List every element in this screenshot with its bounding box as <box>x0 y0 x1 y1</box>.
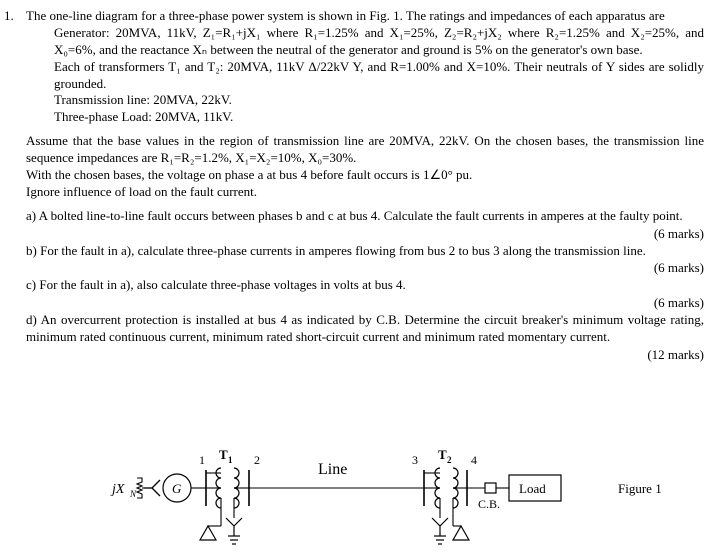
transformer-1-label: T <box>219 447 228 462</box>
part-a: a) A bolted line-to-line fault occurs be… <box>26 208 704 225</box>
part-c: c) For the fault in a), also calculate t… <box>26 277 704 294</box>
part-d: d) An overcurrent protection is installe… <box>26 312 704 346</box>
figure-caption: Figure 1 <box>618 481 662 496</box>
generator-label: G <box>172 481 182 496</box>
neutral-reactance-subscript: N <box>129 489 137 499</box>
part-d-label: d) <box>26 312 37 328</box>
generator-spec: Generator: 20MVA, 11kV, Z₁=R₁+jX₁ where … <box>54 24 704 57</box>
part-a-marks: (6 marks) <box>653 225 704 241</box>
part-c-label: c) <box>26 277 37 293</box>
part-b-marks: (6 marks) <box>653 260 704 276</box>
load-spec: Three-phase Load: 20MVA, 11kV. <box>54 109 234 125</box>
part-d-marks: (12 marks) <box>647 346 704 362</box>
circuit-breaker-label: C.B. <box>478 497 500 511</box>
ignore-load-note: Ignore influence of load on the fault cu… <box>26 183 258 199</box>
part-a-text: A bolted line-to-line fault occurs betwe… <box>38 207 683 223</box>
bus-4-label: 4 <box>471 453 477 467</box>
bus-2-label: 2 <box>254 453 260 467</box>
neutral-reactance-label: jX <box>110 482 125 497</box>
question-body: The one-line diagram for a three-phase p… <box>26 8 704 364</box>
generator-wye-symbol <box>144 479 161 497</box>
part-c-text: For the fault in a), also calculate thre… <box>39 277 406 293</box>
transformer-2-delta-symbol <box>451 524 471 541</box>
one-line-diagram-figure: jX N G 1 T 1 2 Line 3 T 2 4 C.B. Load Fi… <box>0 440 715 557</box>
circuit-breaker-symbol <box>484 482 497 494</box>
part-c-marks: (6 marks) <box>653 295 704 311</box>
transformer-1-wye-symbol <box>225 517 243 536</box>
part-b: b) For the fault in a), calculate three-… <box>26 243 704 260</box>
part-b-text: For the fault in a), calculate three-pha… <box>40 242 646 258</box>
question-number: 1. <box>4 8 14 23</box>
part-b-label: b) <box>26 242 37 258</box>
prefault-voltage-note: With the chosen bases, the voltage on ph… <box>26 167 473 183</box>
transformer-2-wye-symbol <box>431 517 449 536</box>
base-values-note: Assume that the base values in the regio… <box>26 133 704 166</box>
exam-question-page: 1. The one-line diagram for a three-phas… <box>0 0 715 557</box>
transformer-2-label: T <box>438 447 447 462</box>
transmission-line-label: Line <box>318 461 347 478</box>
neutral-reactance-symbol <box>135 477 144 499</box>
load-label: Load <box>519 481 546 496</box>
bus-3-label: 3 <box>412 453 418 467</box>
transformer-2-subscript: 2 <box>447 455 452 465</box>
transmission-line-spec: Transmission line: 20MVA, 22kV. <box>54 92 232 108</box>
bus-1-label: 1 <box>199 453 205 467</box>
part-d-text: An overcurrent protection is installed a… <box>26 312 704 345</box>
transformer-spec: Each of transformers T₁ and T₂: 20MVA, 1… <box>54 58 704 91</box>
part-a-label: a) <box>26 207 37 223</box>
transformer-1-delta-symbol <box>198 524 218 541</box>
question-intro: The one-line diagram for a three-phase p… <box>26 8 665 23</box>
transformer-1-subscript: 1 <box>228 455 233 465</box>
